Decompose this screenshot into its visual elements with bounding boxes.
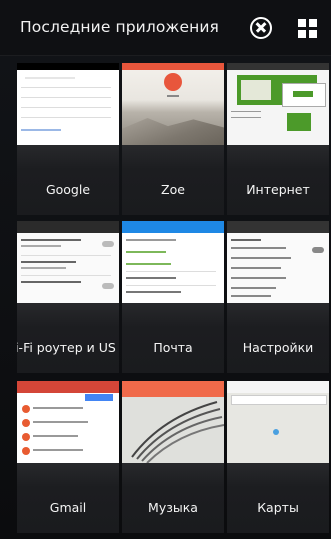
app-card-wifi-router[interactable]: Wi-Fi роутер и US xyxy=(17,221,119,373)
maps-thumbnail xyxy=(227,381,329,463)
app-label-gmail: Gmail xyxy=(49,500,87,515)
app-label-mail: Почта xyxy=(153,340,193,355)
app-card-music[interactable]: Музыка xyxy=(122,381,224,533)
app-card-google[interactable]: Google xyxy=(17,63,119,215)
map-location-icon xyxy=(273,429,279,435)
app-card-zoe[interactable]: Zoe xyxy=(122,63,224,215)
app-label-settings: Настройки xyxy=(242,340,314,355)
settings-thumbnail xyxy=(227,221,329,303)
app-label-wifi-router: Wi-Fi роутер и US xyxy=(17,340,116,355)
music-thumbnail xyxy=(122,381,224,463)
zoe-logo-icon xyxy=(164,73,182,91)
close-all-icon[interactable] xyxy=(250,17,272,39)
page-title: Последние приложения xyxy=(20,18,219,36)
grid-view-icon[interactable] xyxy=(298,19,318,39)
app-label-internet: Интернет xyxy=(246,182,310,197)
app-card-mail[interactable]: Почта xyxy=(122,221,224,373)
internet-thumbnail xyxy=(227,63,329,145)
app-card-maps[interactable]: Карты xyxy=(227,381,329,533)
gmail-thumbnail xyxy=(17,381,119,463)
app-card-internet[interactable]: Интернет xyxy=(227,63,329,215)
app-label-maps: Карты xyxy=(257,500,299,515)
app-card-gmail[interactable]: Gmail xyxy=(17,381,119,533)
mail-thumbnail xyxy=(122,221,224,303)
app-label-zoe: Zoe xyxy=(161,182,185,197)
app-card-settings[interactable]: Настройки xyxy=(227,221,329,373)
recent-apps-screen: Последние приложения Google Zoe Интернет… xyxy=(0,0,331,539)
top-bar: Последние приложения xyxy=(0,0,331,56)
music-artwork-graphic xyxy=(131,401,224,463)
google-thumbnail xyxy=(17,63,119,145)
app-label-music: Музыка xyxy=(148,500,198,515)
app-label-google: Google xyxy=(45,182,91,197)
wifi-router-thumbnail xyxy=(17,221,119,303)
zoe-thumbnail xyxy=(122,63,224,145)
